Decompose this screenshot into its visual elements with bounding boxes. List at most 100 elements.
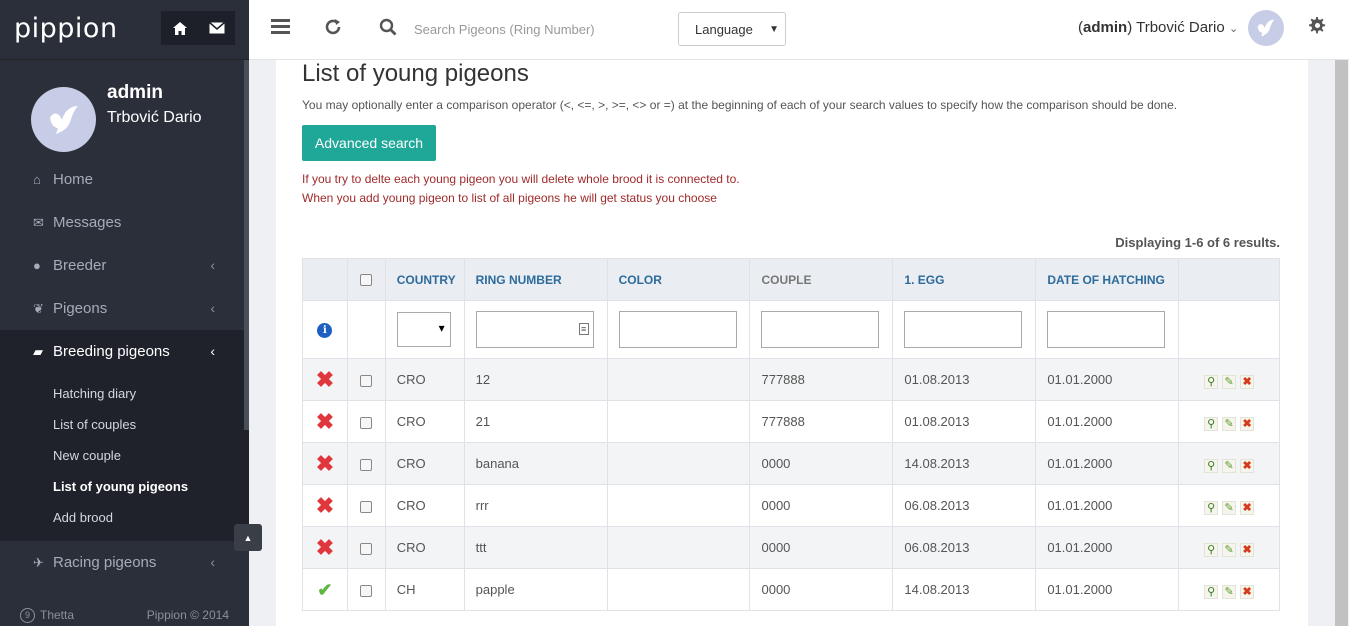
edit-icon[interactable]: ✎ xyxy=(1222,416,1237,431)
view-icon[interactable]: ⚲ xyxy=(1204,458,1219,473)
breeding-subnav: Hatching diary List of couples New coupl… xyxy=(0,373,249,541)
edit-icon[interactable]: ✎ xyxy=(1222,500,1237,515)
language-select[interactable]: Language ▼ xyxy=(678,12,786,46)
country-cell: CRO xyxy=(384,358,465,401)
row-checkbox[interactable] xyxy=(360,542,373,555)
edit-icon[interactable]: ✎ xyxy=(1222,374,1237,389)
language-label: Language xyxy=(695,22,753,37)
row-checkbox[interactable] xyxy=(360,416,373,429)
color-filter-input[interactable] xyxy=(618,311,737,348)
row-checkbox[interactable] xyxy=(360,374,373,387)
ring-number-filter-input[interactable]: ≡ xyxy=(475,311,594,348)
menu-toggle-icon[interactable] xyxy=(271,18,290,39)
subnav-item-add-brood[interactable]: Add brood xyxy=(0,502,249,533)
header-country[interactable]: COUNTRY xyxy=(384,258,465,301)
couple-filter-input[interactable] xyxy=(761,311,880,348)
ring-number-cell: papple xyxy=(463,568,608,611)
scroll-up-button[interactable]: ▲ xyxy=(234,524,262,551)
refresh-icon[interactable] xyxy=(324,18,342,41)
nav-label: Home xyxy=(53,171,94,188)
gear-icon[interactable] xyxy=(1308,16,1326,39)
subnav-item-list-of-young-pigeons[interactable]: List of young pigeons xyxy=(0,471,249,502)
avatar[interactable] xyxy=(31,87,96,152)
nav-item-breeder[interactable]: ● Breeder ‹ xyxy=(0,244,249,287)
egg-filter-input[interactable] xyxy=(904,311,1023,348)
subnav-item-new-couple[interactable]: New couple xyxy=(0,440,249,471)
chevron-down-icon[interactable]: ⌄ xyxy=(1229,22,1238,35)
advanced-search-button[interactable]: Advanced search xyxy=(302,125,436,161)
search-icon[interactable] xyxy=(379,18,397,41)
main-nav: ⌂ Home ✉ Messages ● Breeder ‹ ❦ Pigeons … xyxy=(0,158,249,373)
hatch-filter-input[interactable] xyxy=(1047,311,1166,348)
table-row: ✖ CRO rrr 0000 06.08.2013 01.01.2000 ⚲ ✎ ✖ xyxy=(302,484,1280,527)
delete-icon[interactable]: ✖ xyxy=(1240,374,1255,389)
nav-item-breeding-pigeons[interactable]: ▰ Breeding pigeons ‹ xyxy=(0,330,249,373)
row-checkbox[interactable] xyxy=(360,458,373,471)
topbar: Search Pigeons (Ring Number) Language ▼ … xyxy=(249,0,1349,60)
couple-cell: 0000 xyxy=(749,568,894,611)
view-icon[interactable]: ⚲ xyxy=(1204,584,1219,599)
page-scrollbar-thumb[interactable] xyxy=(1335,60,1348,626)
envelope-icon[interactable] xyxy=(198,11,235,45)
egg-cell: 06.08.2013 xyxy=(892,526,1037,569)
nav-item-pigeons[interactable]: ❦ Pigeons ‹ xyxy=(0,287,249,330)
user-avatar[interactable] xyxy=(1248,10,1284,46)
view-icon[interactable]: ⚲ xyxy=(1204,374,1219,389)
cross-icon[interactable]: ✖ xyxy=(316,493,334,518)
view-icon[interactable]: ⚲ xyxy=(1204,416,1219,431)
select-cell xyxy=(346,568,386,611)
filter-egg-cell xyxy=(892,300,1037,359)
row-checkbox[interactable] xyxy=(360,500,373,513)
edit-icon[interactable]: ✎ xyxy=(1222,542,1237,557)
cross-icon[interactable]: ✖ xyxy=(316,367,334,392)
delete-icon[interactable]: ✖ xyxy=(1240,500,1255,515)
contact-card-icon: ≡ xyxy=(578,323,589,335)
view-icon[interactable]: ⚲ xyxy=(1204,500,1219,515)
delete-icon[interactable]: ✖ xyxy=(1240,584,1255,599)
nav-item-home[interactable]: ⌂ Home xyxy=(0,158,249,201)
edit-icon[interactable]: ✎ xyxy=(1222,458,1237,473)
subnav-item-list-of-couples[interactable]: List of couples xyxy=(0,409,249,440)
delete-icon[interactable]: ✖ xyxy=(1240,458,1255,473)
filter-country-cell xyxy=(384,300,465,359)
user-menu[interactable]: (admin) Trbović Dario xyxy=(1078,19,1225,36)
header-ring-number[interactable]: RING NUMBER xyxy=(463,258,608,301)
row-checkbox[interactable] xyxy=(360,584,373,597)
sidebar-scrollbar[interactable] xyxy=(244,60,249,430)
view-icon[interactable]: ⚲ xyxy=(1204,542,1219,557)
status-cell: ✖ xyxy=(302,358,348,401)
header-first-egg[interactable]: 1. EGG xyxy=(892,258,1037,301)
country-filter-select[interactable] xyxy=(396,312,451,347)
status-cell: ✖ xyxy=(302,526,348,569)
nav-item-racing-pigeons[interactable]: ✈ Racing pigeons ‹ xyxy=(0,541,249,584)
main-content: List of young pigeons You may optionally… xyxy=(276,60,1308,626)
subnav-item-hatching-diary[interactable]: Hatching diary xyxy=(0,378,249,409)
user-icon: ● xyxy=(33,258,41,273)
hatch-cell: 01.01.2000 xyxy=(1035,568,1180,611)
header-date-of-hatching[interactable]: DATE OF HATCHING xyxy=(1035,258,1180,301)
status-cell: ✖ xyxy=(302,442,348,485)
thetta-link[interactable]: 9 Thetta xyxy=(20,607,74,623)
cross-icon[interactable]: ✖ xyxy=(316,409,334,434)
app-logo[interactable]: pippion xyxy=(14,13,118,44)
cross-icon[interactable]: ✖ xyxy=(316,451,334,476)
status-cell: ✔ xyxy=(302,568,348,611)
couple-cell: 777888 xyxy=(749,400,894,443)
home-icon[interactable] xyxy=(161,11,198,45)
edit-icon[interactable]: ✎ xyxy=(1222,584,1237,599)
delete-icon[interactable]: ✖ xyxy=(1240,416,1255,431)
select-cell xyxy=(346,400,386,443)
couple-cell: 0000 xyxy=(749,442,894,485)
nav-label: Pigeons xyxy=(53,300,108,317)
search-input[interactable]: Search Pigeons (Ring Number) xyxy=(414,22,595,37)
chevron-left-icon: ‹ xyxy=(210,554,215,570)
header-select-all xyxy=(346,258,386,301)
select-all-checkbox[interactable] xyxy=(360,274,373,287)
cross-icon[interactable]: ✖ xyxy=(316,535,334,560)
header-color[interactable]: COLOR xyxy=(606,258,751,301)
search-hint: You may optionally enter a comparison op… xyxy=(302,98,1178,112)
nav-item-messages[interactable]: ✉ Messages xyxy=(0,201,249,244)
table-row: ✖ CRO 21 777888 01.08.2013 01.01.2000 ⚲ ✎ ✖ xyxy=(302,400,1280,443)
info-icon[interactable]: i xyxy=(317,323,333,338)
delete-icon[interactable]: ✖ xyxy=(1240,542,1255,557)
